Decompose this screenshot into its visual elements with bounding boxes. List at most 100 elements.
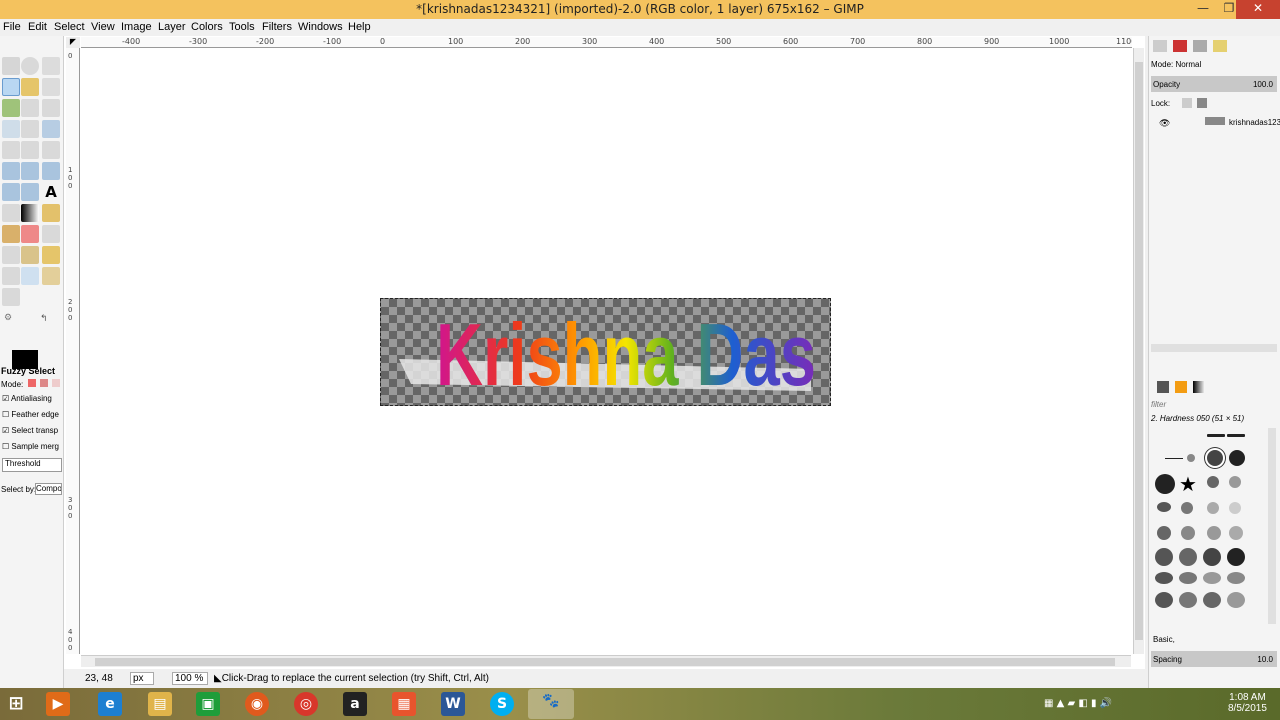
windows-start-icon[interactable]: ⊞ [4, 692, 28, 716]
quick-mask-icon[interactable]: ◤ [66, 37, 80, 48]
heal-tool-icon[interactable] [42, 246, 60, 264]
brush-item[interactable] [1181, 502, 1193, 514]
threshold-slider[interactable]: Threshold [2, 458, 62, 472]
rect-select-tool-icon[interactable] [2, 57, 20, 75]
media-player-icon[interactable]: ▶ [46, 692, 70, 716]
brush-item[interactable] [1203, 548, 1221, 566]
brush-item[interactable] [1179, 548, 1197, 566]
layers-scrollbar[interactable] [1151, 344, 1277, 352]
smudge-tool-icon[interactable] [42, 267, 60, 285]
brush-item[interactable] [1227, 434, 1245, 437]
select-transparent-option[interactable]: ☑ Select transp [2, 426, 58, 435]
brush-item[interactable] [1227, 592, 1245, 608]
blend-tool-icon[interactable] [21, 204, 39, 222]
shear-tool-icon[interactable] [21, 162, 39, 180]
brush-item-selected[interactable] [1207, 450, 1223, 466]
select-by-color-tool-icon[interactable] [21, 78, 39, 96]
rotate-tool-icon[interactable] [42, 141, 60, 159]
store-icon[interactable]: ▣ [196, 692, 220, 716]
measure-tool-icon[interactable] [21, 120, 39, 138]
free-select-tool-icon[interactable] [42, 57, 60, 75]
paths-tool-icon[interactable] [21, 99, 39, 117]
lock-pixels-icon[interactable] [1182, 98, 1192, 108]
layers-tab-icon[interactable] [1153, 40, 1167, 52]
apps-icon[interactable]: ▦ [392, 692, 416, 716]
menu-file[interactable]: File [3, 21, 21, 33]
gimp-taskbar-icon[interactable]: 🐾 [528, 689, 574, 719]
vertical-scrollbar[interactable] [1133, 48, 1144, 654]
amazon-icon[interactable]: a [343, 692, 367, 716]
menu-tools[interactable]: Tools [229, 21, 255, 33]
select-by-dropdown[interactable]: Compo [35, 483, 62, 495]
antialiasing-option[interactable]: ☑ Antialiasing [2, 394, 52, 403]
undo-tab-icon[interactable] [1213, 40, 1227, 52]
mode-add-icon[interactable] [40, 379, 48, 387]
text-tool-icon[interactable]: A [42, 183, 60, 201]
layer-mode[interactable]: Mode: Normal [1151, 60, 1201, 69]
system-tray[interactable]: ▦ ▲ ▰ ◧ ▮ 🔊 [1044, 698, 1194, 710]
sample-merged-option[interactable]: ☐ Sample merg [2, 442, 59, 451]
brush-item[interactable] [1165, 458, 1183, 459]
spacing-slider[interactable]: Spacing 10.0 [1151, 651, 1277, 667]
brush-item[interactable] [1155, 592, 1173, 608]
brush-item[interactable] [1155, 572, 1173, 584]
ink-tool-icon[interactable] [2, 246, 20, 264]
clock[interactable]: 1:08 AM 8/5/2015 [1228, 692, 1267, 714]
mode-subtract-icon[interactable] [52, 379, 60, 387]
brush-item[interactable] [1179, 572, 1197, 584]
brush-item[interactable] [1207, 434, 1225, 437]
image-canvas[interactable]: Krishna Das [380, 298, 831, 406]
zoom-tool-icon[interactable] [2, 120, 20, 138]
brush-item[interactable] [1207, 476, 1219, 488]
chrome-icon[interactable]: ◎ [294, 692, 318, 716]
foreground-select-tool-icon[interactable] [2, 99, 20, 117]
brush-item[interactable] [1155, 474, 1175, 494]
opacity-slider[interactable]: Opacity 100.0 [1151, 76, 1277, 92]
align-tool-icon[interactable] [2, 141, 20, 159]
close-button[interactable]: ✕ [1236, 0, 1280, 19]
move-tool-icon[interactable] [42, 120, 60, 138]
perspective-clone-tool-icon[interactable] [2, 267, 20, 285]
brush-item[interactable] [1155, 548, 1173, 566]
feather-edges-option[interactable]: ☐ Feather edge [2, 410, 59, 419]
channels-tab-icon[interactable] [1173, 40, 1187, 52]
firefox-icon[interactable]: ◉ [245, 692, 269, 716]
brush-item[interactable] [1203, 572, 1221, 584]
scale-tool-icon[interactable] [2, 162, 20, 180]
menu-view[interactable]: View [91, 21, 115, 33]
brushes-scrollbar[interactable] [1268, 428, 1276, 624]
fuzzy-select-tool-icon[interactable] [2, 78, 20, 96]
crop-tool-icon[interactable] [21, 141, 39, 159]
brush-grid[interactable]: ★ [1153, 428, 1269, 624]
pencil-tool-icon[interactable] [42, 204, 60, 222]
brush-item[interactable] [1157, 526, 1171, 540]
brush-item[interactable] [1157, 502, 1171, 512]
paintbrush-tool-icon[interactable] [2, 225, 20, 243]
swap-colors-icon[interactable]: ↰ [40, 314, 48, 324]
lock-alpha-icon[interactable] [1197, 98, 1207, 108]
brush-item[interactable] [1227, 572, 1245, 584]
menu-select[interactable]: Select [54, 21, 85, 33]
menu-windows[interactable]: Windows [298, 21, 343, 33]
vertical-scroll-thumb[interactable] [1135, 62, 1143, 640]
brush-item[interactable] [1181, 526, 1195, 540]
eraser-tool-icon[interactable] [21, 225, 39, 243]
horizontal-scroll-thumb[interactable] [95, 658, 1115, 666]
flip-tool-icon[interactable] [2, 183, 20, 201]
brush-item[interactable] [1207, 502, 1219, 514]
eye-icon[interactable]: 👁 [1159, 118, 1170, 129]
brush-filter-input[interactable] [1151, 398, 1275, 410]
brush-item[interactable] [1207, 526, 1221, 540]
minimize-button[interactable]: — [1190, 0, 1216, 19]
menu-image[interactable]: Image [121, 21, 152, 33]
zoom-selector[interactable]: 100 % [172, 672, 208, 685]
brush-item[interactable] [1179, 592, 1197, 608]
star-brush-icon[interactable]: ★ [1179, 472, 1197, 497]
dodge-burn-tool-icon[interactable] [2, 288, 20, 306]
menu-layer[interactable]: Layer [158, 21, 186, 33]
brush-item[interactable] [1229, 450, 1245, 466]
brush-item[interactable] [1229, 476, 1241, 488]
horizontal-scrollbar[interactable] [81, 655, 1131, 667]
brush-item[interactable] [1229, 526, 1243, 540]
menu-help[interactable]: Help [348, 21, 371, 33]
